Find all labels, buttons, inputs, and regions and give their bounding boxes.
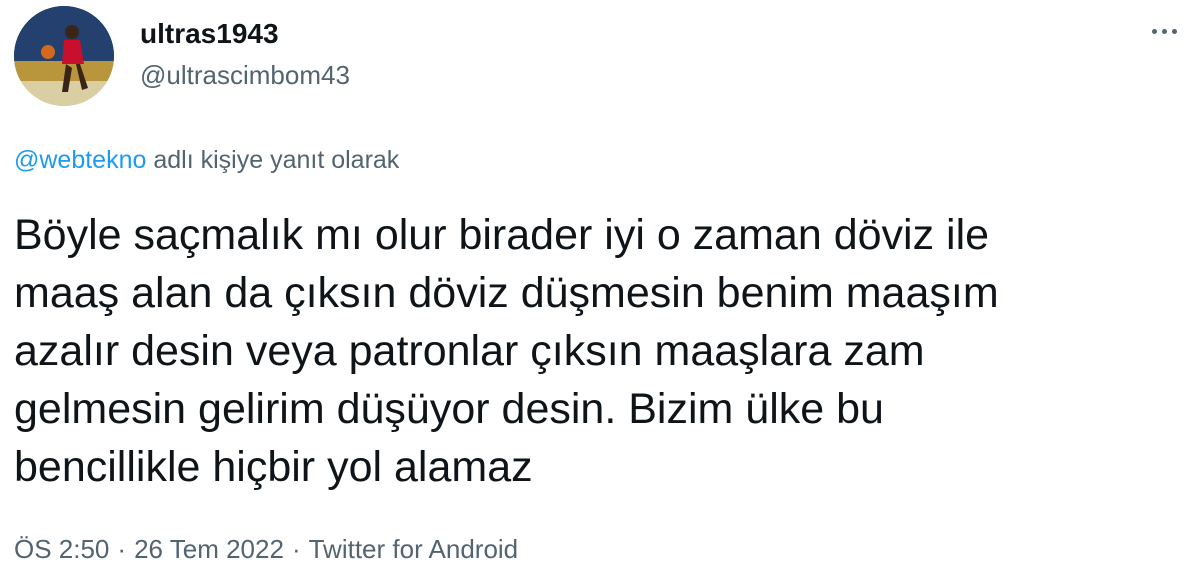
meta-separator: · bbox=[117, 534, 127, 564]
more-options-button[interactable] bbox=[1144, 16, 1184, 46]
user-handle[interactable]: @ultrascimbom43 bbox=[140, 60, 350, 91]
display-name[interactable]: ultras1943 bbox=[140, 18, 279, 50]
avatar-image bbox=[14, 6, 114, 106]
more-dot-icon bbox=[1171, 28, 1177, 34]
tweet-time[interactable]: ÖS 2:50 bbox=[14, 534, 109, 564]
more-dot-icon bbox=[1151, 28, 1157, 34]
tweet-source[interactable]: Twitter for Android bbox=[309, 534, 519, 564]
tweet-date[interactable]: 26 Tem 2022 bbox=[134, 534, 284, 564]
reply-suffix: adlı kişiye yanıt olarak bbox=[146, 146, 400, 174]
reply-mention-link[interactable]: @webtekno bbox=[14, 146, 146, 174]
meta-separator: · bbox=[291, 534, 301, 564]
tweet-text: Böyle saçmalık mı olur birader iyi o zam… bbox=[14, 211, 999, 491]
more-dot-icon bbox=[1161, 28, 1167, 34]
avatar[interactable] bbox=[14, 6, 114, 106]
reply-context: @webtekno adlı kişiye yanıt olarak bbox=[14, 146, 399, 175]
tweet-meta: ÖS 2:50 · 26 Tem 2022 · Twitter for Android bbox=[14, 534, 518, 565]
